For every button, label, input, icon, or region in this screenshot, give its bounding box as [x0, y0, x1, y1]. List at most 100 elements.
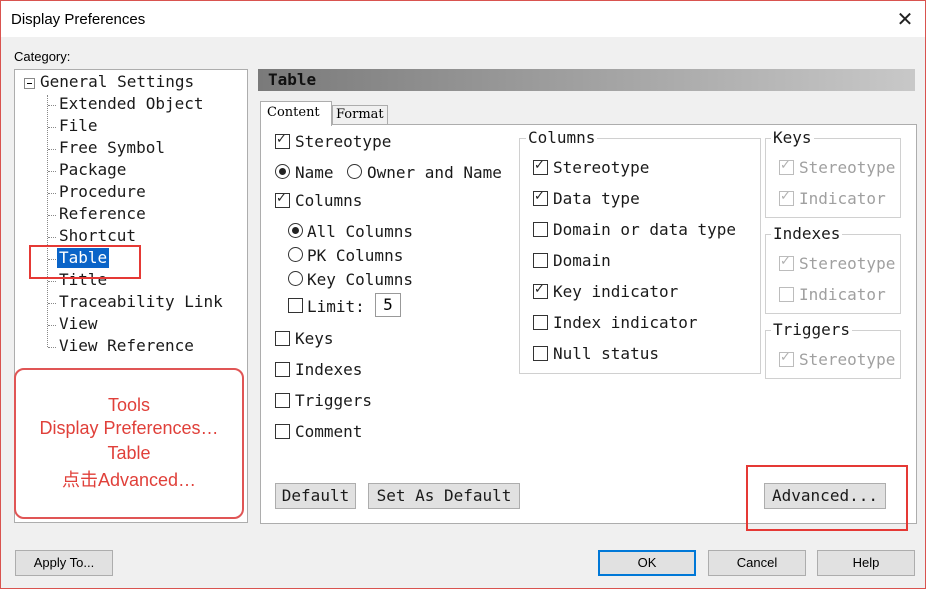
tree-item-free-symbol[interactable]: Free Symbol [59, 138, 165, 158]
keys-checkbox[interactable] [275, 331, 290, 346]
col-index-indicator-checkbox[interactable] [533, 315, 548, 330]
collapse-icon[interactable] [24, 78, 35, 89]
indexes-checkbox[interactable] [275, 362, 290, 377]
indexes-stereotype-label: Stereotype [799, 254, 896, 273]
tree-item-view[interactable]: View [59, 314, 98, 334]
tab-label: Format [336, 107, 384, 122]
col-null-status-checkbox[interactable] [533, 346, 548, 361]
tree-item-extended-object[interactable]: Extended Object [59, 94, 204, 114]
keys-group-title: Keys [771, 128, 814, 148]
col-stereotype-checkbox[interactable] [533, 158, 548, 175]
title-bar: Display Preferences ✕ [1, 1, 925, 37]
indexes-indicator-checkbox[interactable] [779, 287, 794, 302]
indexes-group-title: Indexes [771, 224, 843, 244]
close-icon[interactable]: ✕ [891, 5, 919, 33]
window-title: Display Preferences [11, 11, 146, 28]
table-highlight-box [29, 245, 141, 279]
ok-button[interactable]: OK [598, 550, 696, 576]
tree-connector [48, 127, 56, 128]
tree-connector [48, 237, 56, 238]
panel-header: Table [258, 69, 915, 91]
tree-connector [48, 149, 56, 150]
name-label: Name [295, 163, 334, 182]
tree-connector [48, 347, 56, 348]
triggers-label: Triggers [295, 391, 373, 410]
keys-indicator-checkbox[interactable] [779, 189, 794, 206]
tree-item-general-settings[interactable]: General Settings [40, 72, 194, 92]
all-columns-radio[interactable] [288, 223, 303, 238]
pk-columns-radio[interactable] [288, 247, 303, 262]
owner-and-name-radio[interactable] [347, 164, 362, 179]
tree-connector [48, 281, 56, 282]
comment-label: Comment [295, 422, 363, 441]
key-columns-label: Key Columns [307, 270, 413, 289]
comment-checkbox[interactable] [275, 424, 290, 439]
tree-item-view-reference[interactable]: View Reference [59, 336, 194, 356]
tree-item-reference[interactable]: Reference [59, 204, 146, 224]
stereotype-checkbox[interactable] [275, 132, 290, 149]
help-button[interactable]: Help [817, 550, 915, 576]
default-button[interactable]: Default [275, 483, 356, 509]
columns-checkbox[interactable] [275, 191, 290, 208]
content-panel: Stereotype Name Owner and Name Columns A… [260, 124, 917, 524]
tree-item-procedure[interactable]: Procedure [59, 182, 146, 202]
panel-title: Table [268, 70, 317, 89]
category-label: Category: [14, 49, 71, 64]
keys-stereotype-checkbox[interactable] [779, 158, 794, 175]
annotation-line: Table [107, 443, 151, 463]
keys-indicator-label: Indicator [799, 189, 886, 208]
triggers-stereotype-label: Stereotype [799, 350, 896, 369]
col-index-indicator-label: Index indicator [553, 313, 698, 332]
tab-content[interactable]: Content [260, 101, 332, 126]
col-data-type-checkbox[interactable] [533, 189, 548, 206]
annotation-callout: Tools Display Preferences… Table 点击Advan… [14, 368, 244, 519]
limit-label: Limit: [307, 297, 365, 316]
keys-stereotype-label: Stereotype [799, 158, 896, 177]
columns-label: Columns [295, 191, 363, 210]
triggers-group-title: Triggers [771, 320, 853, 340]
tree-connector [47, 95, 48, 347]
col-null-status-label: Null status [553, 344, 659, 363]
indexes-stereotype-checkbox[interactable] [779, 254, 794, 271]
col-domain-or-data-type-checkbox[interactable] [533, 222, 548, 237]
stereotype-label: Stereotype [295, 132, 392, 151]
col-stereotype-label: Stereotype [553, 158, 650, 177]
all-columns-label: All Columns [307, 222, 413, 241]
col-data-type-label: Data type [553, 189, 640, 208]
col-key-indicator-checkbox[interactable] [533, 282, 548, 299]
tab-format[interactable]: Format [332, 105, 388, 125]
tree-item-shortcut[interactable]: Shortcut [59, 226, 136, 246]
tree-connector [48, 171, 56, 172]
col-domain-checkbox[interactable] [533, 253, 548, 268]
owner-and-name-label: Owner and Name [367, 163, 502, 182]
tree-connector [48, 303, 56, 304]
triggers-checkbox[interactable] [275, 393, 290, 408]
pk-columns-label: PK Columns [307, 246, 404, 265]
key-columns-radio[interactable] [288, 271, 303, 286]
col-domain-label: Domain [553, 251, 611, 270]
tree-item-traceability-link[interactable]: Traceability Link [59, 292, 223, 312]
indexes-label: Indexes [295, 360, 363, 379]
limit-checkbox[interactable] [288, 298, 303, 313]
keys-label: Keys [295, 329, 334, 348]
set-as-default-button[interactable]: Set As Default [368, 483, 520, 509]
tree-connector [48, 105, 56, 106]
tab-label: Content [267, 105, 320, 120]
cancel-button[interactable]: Cancel [708, 550, 806, 576]
tree-connector [48, 325, 56, 326]
col-key-indicator-label: Key indicator [553, 282, 679, 301]
dialog-window: Display Preferences ✕ Category: General … [0, 0, 926, 589]
tree-item-file[interactable]: File [59, 116, 98, 136]
annotation-line: 点击Advanced… [61, 470, 197, 490]
annotation-line: Tools [107, 395, 151, 415]
columns-group-title: Columns [526, 128, 598, 148]
apply-to-button[interactable]: Apply To... [15, 550, 113, 576]
name-radio[interactable] [275, 164, 290, 179]
triggers-stereotype-checkbox[interactable] [779, 350, 794, 367]
limit-input[interactable]: 5 [375, 293, 401, 317]
indexes-indicator-label: Indicator [799, 285, 886, 304]
tree-connector [48, 193, 56, 194]
tree-connector [48, 215, 56, 216]
tree-item-package[interactable]: Package [59, 160, 126, 180]
advanced-highlight-box [746, 465, 908, 531]
